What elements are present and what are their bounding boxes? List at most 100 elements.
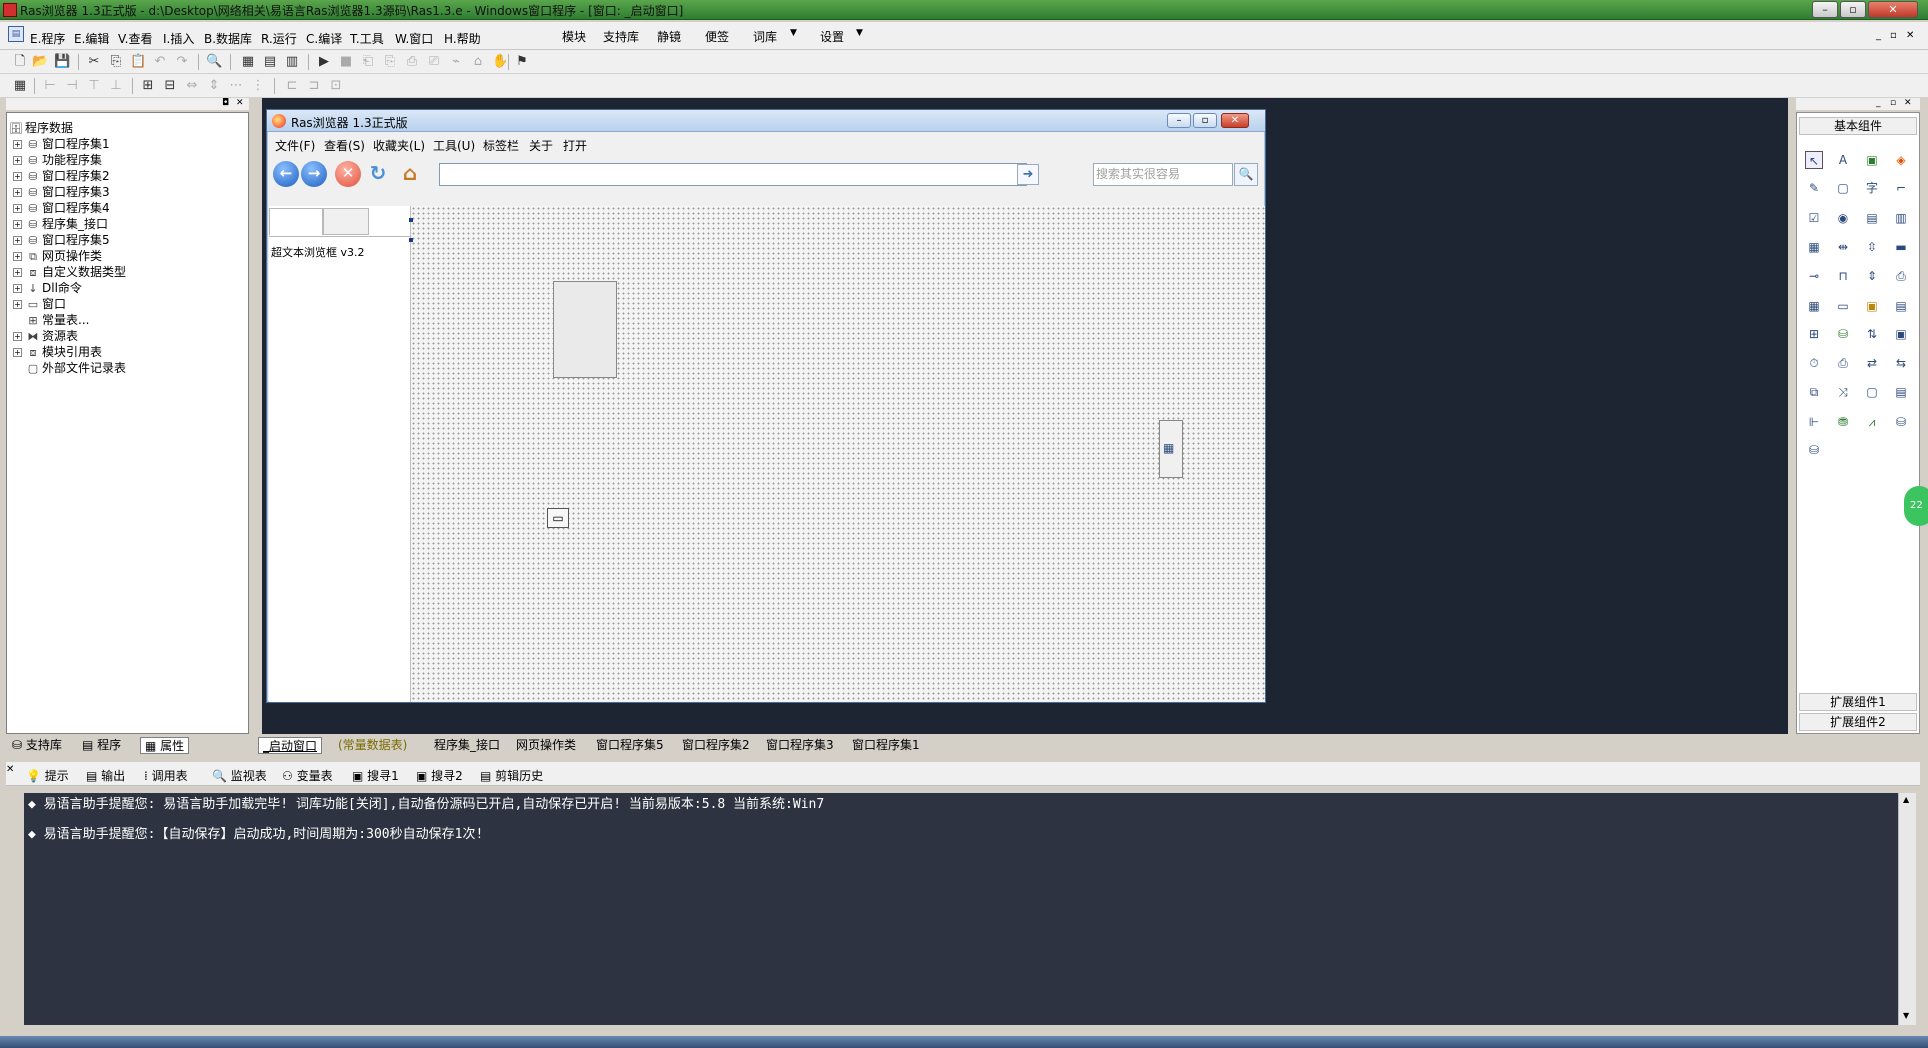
tree-root[interactable]: 🗄 程序数据 xyxy=(9,120,73,136)
cut-icon[interactable]: ✂ xyxy=(86,54,102,70)
address-input[interactable] xyxy=(439,163,1027,186)
align-right-icon[interactable]: ⊣ xyxy=(64,78,80,94)
helper-icon[interactable]: ⚑ xyxy=(514,54,530,70)
tree-item[interactable]: + ⛁ 窗口程序集1 xyxy=(13,136,110,152)
form-close-button[interactable]: ✕ xyxy=(1221,113,1249,128)
table-icon[interactable]: ⊞ xyxy=(1805,325,1823,343)
center-v-icon[interactable]: ⊟ xyxy=(162,78,178,94)
combobox-icon[interactable]: ▥ xyxy=(1892,209,1910,227)
save-icon[interactable]: 💾 xyxy=(54,54,70,70)
mdi-minimize-icon[interactable]: _ xyxy=(1876,30,1881,41)
image-button-icon[interactable]: ▣ xyxy=(1863,297,1881,315)
tab-output[interactable]: ▤ 输出 xyxy=(86,767,125,784)
grid-icon[interactable]: ▦ xyxy=(12,78,28,94)
center-h-icon[interactable]: ⊞ xyxy=(140,78,156,94)
extended-components-1[interactable]: 扩展组件1 xyxy=(1799,693,1917,711)
layout1-icon[interactable]: ▦ xyxy=(240,54,256,70)
form-designer-window[interactable]: Ras浏览器 1.3正式版 – ▫ ✕ 文件(F) 查看(S) 收藏夹(L) 工… xyxy=(266,109,1266,703)
form-minimize-button[interactable]: – xyxy=(1167,113,1191,128)
align-top-icon[interactable]: ⊤ xyxy=(86,78,102,94)
tab-web-ops[interactable]: 网页操作类 xyxy=(516,737,576,754)
tree-item[interactable]: + ⧉ 网页操作类 xyxy=(13,248,102,264)
menu-lexicon[interactable]: 词库 xyxy=(753,28,777,45)
db-provider-icon[interactable]: ⛃ xyxy=(1834,413,1852,431)
print-icon[interactable]: ⎙ xyxy=(1834,354,1852,372)
chart-icon[interactable]: ⩘ xyxy=(1863,413,1881,431)
tab-variables[interactable]: ⚇ 变量表 xyxy=(282,767,333,784)
radio-icon[interactable]: ◉ xyxy=(1834,209,1852,227)
step5-icon[interactable]: ⌁ xyxy=(448,54,464,70)
form-menu-tools[interactable]: 工具(U) xyxy=(433,137,475,154)
form-menu-about[interactable]: 关于 xyxy=(529,137,553,154)
tab-properties[interactable]: ▦ 属性 xyxy=(140,737,190,754)
tree-item[interactable]: + ⧈ 自定义数据类型 xyxy=(13,264,126,280)
menu-run[interactable]: R.运行 xyxy=(261,30,297,47)
tab-control-icon[interactable]: ⊓ xyxy=(1834,267,1852,285)
selection-handle[interactable] xyxy=(409,238,413,242)
panel-close-icon[interactable]: ✕ xyxy=(236,98,244,108)
extended-components-2[interactable]: 扩展组件2 xyxy=(1799,713,1917,731)
run-icon[interactable]: ▶ xyxy=(316,54,332,70)
document-icon[interactable]: ▤ xyxy=(1892,297,1910,315)
line-icon[interactable]: ⌐ xyxy=(1892,179,1910,197)
timer-icon[interactable]: ⏱ xyxy=(1805,354,1823,372)
menu-program[interactable]: E.程序 xyxy=(30,30,65,47)
printer-icon[interactable]: ⎙ xyxy=(1892,267,1910,285)
space-h-icon[interactable]: ⋯ xyxy=(228,78,244,94)
menu-database[interactable]: B.数据库 xyxy=(204,30,252,47)
form-menu-view[interactable]: 查看(S) xyxy=(324,137,365,154)
same-height-icon[interactable]: ⇕ xyxy=(206,78,222,94)
forward-icon[interactable]: → xyxy=(301,161,327,187)
mdi-close-icon[interactable]: ✕ xyxy=(1906,30,1914,41)
tab-module-1[interactable]: 窗口程序集1 xyxy=(852,737,920,754)
treeview-icon[interactable]: ⊩ xyxy=(1805,413,1823,431)
side-tab-2[interactable] xyxy=(323,208,369,235)
scroll-v-icon[interactable]: ⇳ xyxy=(1863,238,1881,256)
paste-icon[interactable]: 📋 xyxy=(130,54,146,70)
spin-icon[interactable]: ⇅ xyxy=(1863,325,1881,343)
stop-load-icon[interactable]: ✕ xyxy=(335,161,361,187)
form-menu-tabbar[interactable]: 标签栏 xyxy=(483,137,519,154)
network-icon[interactable]: ⇄ xyxy=(1863,354,1881,372)
go-button[interactable]: ➜ xyxy=(1017,164,1039,185)
rp-pin-icon[interactable]: ▫ xyxy=(1890,98,1896,108)
menu-settings[interactable]: 设置 xyxy=(820,28,844,45)
undo-icon[interactable]: ↶ xyxy=(152,54,168,70)
step1-icon[interactable]: ⎗ xyxy=(360,54,376,70)
align-bottom-icon[interactable]: ⊥ xyxy=(108,78,124,94)
scroll-h-icon[interactable]: ⇹ xyxy=(1834,238,1852,256)
tab-module-3[interactable]: 窗口程序集3 xyxy=(766,737,834,754)
button-icon[interactable]: ▭ xyxy=(1834,297,1852,315)
tree-item[interactable]: + ⛁ 窗口程序集5 xyxy=(13,232,110,248)
menu-insert[interactable]: I.插入 xyxy=(163,30,194,47)
frame-icon[interactable]: ▢ xyxy=(1834,179,1852,197)
tree-item[interactable]: ⊞ 常量表... xyxy=(26,312,89,328)
menu-jingjing[interactable]: 静镜 xyxy=(657,28,681,45)
tree-item[interactable]: + ⛁ 程序集_接口 xyxy=(13,216,108,232)
tree-item[interactable]: + ▭ 窗口 xyxy=(13,296,66,312)
client-icon[interactable]: ⤨ xyxy=(1834,383,1852,401)
tab-search-2[interactable]: ▣ 搜寻2 xyxy=(416,767,463,784)
rp-min-icon[interactable]: _ xyxy=(1876,98,1881,108)
close-button[interactable]: ✕ xyxy=(1868,1,1918,18)
step2-icon[interactable]: ⎘ xyxy=(382,54,398,70)
tab-module-2[interactable]: 窗口程序集2 xyxy=(682,737,750,754)
form-maximize-button[interactable]: ▫ xyxy=(1193,113,1217,128)
tree-item[interactable]: + ⧓ 资源表 xyxy=(13,328,78,344)
copy-icon[interactable]: ⎘ xyxy=(108,54,124,70)
output-scrollbar[interactable]: ▲ ▼ xyxy=(1898,793,1916,1025)
pointer-icon[interactable]: ↖ xyxy=(1805,151,1823,169)
menu-app-icon[interactable]: ▤ xyxy=(8,26,24,42)
rp-close-icon[interactable]: ✕ xyxy=(1904,98,1912,108)
label-icon[interactable]: A xyxy=(1834,151,1852,169)
tree-item[interactable]: ▢ 外部文件记录表 xyxy=(26,360,126,376)
form-menu-open[interactable]: 打开 xyxy=(563,137,587,154)
open-file-icon[interactable]: 📂 xyxy=(32,54,48,70)
same-width-icon[interactable]: ⇔ xyxy=(184,78,200,94)
tab-clip-history[interactable]: ▤ 剪辑历史 xyxy=(480,767,543,784)
db-icon[interactable]: ⛁ xyxy=(1834,325,1852,343)
tab-search-1[interactable]: ▣ 搜寻1 xyxy=(352,767,399,784)
form-icon[interactable]: ▢ xyxy=(1863,383,1881,401)
menu-notes[interactable]: 便签 xyxy=(705,28,729,45)
form-menu-favorites[interactable]: 收藏夹(L) xyxy=(373,137,425,154)
